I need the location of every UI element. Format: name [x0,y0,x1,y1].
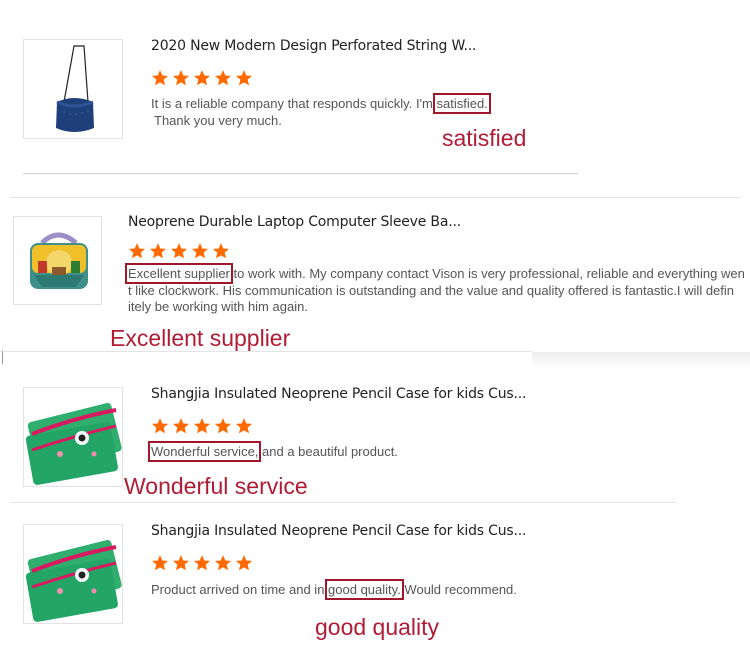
product-thumbnail[interactable] [23,387,123,487]
star-icon [151,555,169,571]
star-icon [193,70,211,86]
star-icon [151,418,169,434]
star-icon [149,243,167,259]
star-icon [170,243,188,259]
divider [0,351,532,352]
rating-stars [151,554,253,572]
pencil-case-image [25,402,122,485]
star-icon [212,243,230,259]
review-text-part: t like clockwork. His communication is o… [128,282,735,298]
star-icon [193,418,211,434]
review-text: Product arrived on time and in good qual… [151,579,651,600]
review-text-part: It is a reliable company that responds q… [151,96,437,111]
callout-label: good quality [315,614,440,640]
review-text-part: Would recommend. [400,582,517,597]
star-icon [172,418,190,434]
product-title[interactable]: Shangjia Insulated Neoprene Pencil Case … [151,523,526,539]
star-icon [235,418,253,434]
star-icon [214,70,232,86]
star-icon [235,555,253,571]
product-title[interactable]: Neoprene Durable Laptop Computer Sleeve … [128,214,461,230]
review-text: Wonderful service, and a beautiful produ… [147,441,651,462]
star-icon [193,555,211,571]
product-thumbnail[interactable] [13,216,102,305]
callout-label: satisfied [442,125,527,151]
star-icon [128,243,146,259]
star-icon [214,418,232,434]
star-icon [151,70,169,86]
product-thumbnail[interactable] [23,39,123,139]
rating-stars [151,417,253,435]
highlighted-phrase: Excellent supplier [125,263,233,284]
divider [10,502,676,503]
highlighted-phrase: satisfied. [433,93,491,114]
divider-tick [2,350,3,364]
product-thumbnail[interactable] [23,524,123,624]
rating-stars [151,69,253,87]
star-icon [191,243,209,259]
star-icon [235,70,253,86]
rating-stars [128,242,230,260]
review-text-part: itely be working with him again. [128,299,308,314]
review-text-part: and a beautiful product. [258,444,398,459]
highlighted-phrase: Wonderful service, [147,441,262,462]
review-text: Excellent supplier to work with. My comp… [125,263,745,316]
highlighted-phrase: good quality. [325,579,404,600]
review-text-part: Product arrived on time and in [151,582,329,597]
product-title[interactable]: Shangjia Insulated Neoprene Pencil Case … [151,386,526,402]
divider [23,173,578,174]
star-icon [172,555,190,571]
divider [10,197,740,198]
review-text-part: Thank you very much. [154,112,282,128]
star-icon [172,70,190,86]
star-icon [214,555,232,571]
bucket-bag-image [56,45,94,132]
laptop-sleeve-image [30,232,88,289]
review-text-part: to work with. My company contact Vison i… [229,266,745,281]
callout-label: Wonderful service [124,473,308,499]
pencil-case-image [25,539,122,622]
section-shadow [532,352,750,368]
callout-label: Excellent supplier [110,325,291,351]
product-title[interactable]: 2020 New Modern Design Perforated String… [151,38,476,54]
